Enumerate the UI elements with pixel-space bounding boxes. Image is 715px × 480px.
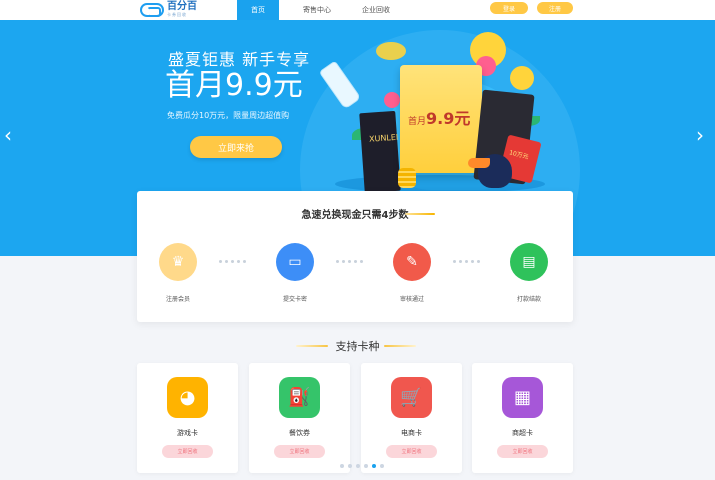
game-icon: ◕	[167, 377, 208, 418]
cart-icon: 🛒	[391, 377, 432, 418]
nav-tab-home[interactable]: 首页	[237, 0, 279, 20]
carousel-pager	[340, 464, 384, 468]
card-type-label: 商超卡	[512, 429, 533, 437]
coins-icon	[398, 168, 416, 188]
page: 百分百 卡券回收 首页 寄售中心 企业回收 登录 注册 ‹ › 盛夏钜惠 新手专…	[0, 0, 715, 480]
card-type-label: 电商卡	[401, 429, 422, 437]
store-icon: ▦	[502, 377, 543, 418]
crown-icon: ♛	[159, 243, 197, 281]
card-icon: ▭	[276, 243, 314, 281]
step-submit: ▭ 提交卡密	[265, 243, 325, 303]
card-type-dining[interactable]: ⛽ 餐饮券 立即回收	[249, 363, 350, 473]
step-label: 注册会员	[165, 296, 190, 303]
step-connector	[336, 260, 363, 263]
pager-dot[interactable]	[364, 464, 368, 468]
flower-icon	[384, 92, 400, 108]
card-type-supermarket[interactable]: ▦ 商超卡 立即回收	[472, 363, 573, 473]
gift-envelope: 首月9.9元	[400, 65, 482, 173]
steps-card: 急速兑换现金只需4步数 ♛ 注册会员 ▭ 提交卡密 ✎ 审核通过 ▤ 打款结款	[137, 191, 573, 322]
chevron-right-icon[interactable]: ›	[696, 125, 704, 145]
step-review: ✎ 审核通过	[382, 243, 442, 303]
promo-subtext: 免费瓜分10万元，限量周边超值购	[167, 111, 290, 120]
recycle-now-button[interactable]: 立即回收	[162, 445, 213, 458]
wallet-icon: ▤	[510, 243, 548, 281]
pager-dot[interactable]	[340, 464, 344, 468]
envelope-price: 9.9元	[426, 109, 471, 128]
logo[interactable]: 百分百 卡券回收	[140, 1, 197, 18]
pager-dot-active[interactable]	[372, 464, 376, 468]
steps-title: 急速兑换现金只需4步数	[301, 210, 409, 221]
card-type-ecommerce[interactable]: 🛒 电商卡 立即回收	[361, 363, 462, 473]
title-decoration	[405, 213, 435, 215]
membership-card-image: XUNLEI	[359, 110, 401, 194]
top-nav: 百分百 卡券回收 首页 寄售中心 企业回收 登录 注册	[0, 0, 715, 20]
logo-subtitle: 卡券回收	[167, 12, 187, 17]
step-label: 提交卡密	[282, 296, 307, 303]
nav-tab-enterprise[interactable]: 企业回收	[352, 0, 400, 20]
register-button[interactable]: 注册	[537, 2, 573, 14]
login-button[interactable]: 登录	[490, 2, 528, 14]
fuel-icon: ⛽	[279, 377, 320, 418]
section-decoration-right	[384, 345, 416, 347]
pager-dot[interactable]	[348, 464, 352, 468]
lemon-icon	[376, 42, 406, 60]
card-type-game[interactable]: ◕ 游戏卡 立即回收	[137, 363, 238, 473]
step-label: 打款结款	[516, 296, 541, 303]
logo-name: 百分百	[167, 1, 197, 12]
step-register: ♛ 注册会员	[148, 243, 208, 303]
supported-cards-title: 支持卡种	[335, 340, 380, 353]
promo-tagline: 盛夏钜惠 新手专享	[168, 50, 311, 69]
step-payout: ▤ 打款结款	[499, 243, 559, 303]
pager-dot[interactable]	[380, 464, 384, 468]
envelope-prefix: 首月	[408, 117, 427, 127]
grab-now-button[interactable]: 立即来抢	[190, 136, 282, 158]
recycle-now-button[interactable]: 立即回收	[386, 445, 437, 458]
step-connector	[453, 260, 480, 263]
recycle-now-button[interactable]: 立即回收	[274, 445, 325, 458]
lemon-icon	[510, 66, 534, 90]
step-connector	[219, 260, 246, 263]
card-type-label: 游戏卡	[177, 429, 198, 437]
card-type-label: 餐饮券	[289, 429, 310, 437]
step-label: 审核通过	[399, 296, 424, 303]
pen-icon: ✎	[393, 243, 431, 281]
pager-dot[interactable]	[356, 464, 360, 468]
toucan-beak-icon	[468, 158, 490, 168]
promo-headline: 首月9.9元	[165, 68, 303, 103]
nav-tab-consignment[interactable]: 寄售中心	[293, 0, 341, 20]
chevron-left-icon[interactable]: ‹	[4, 125, 12, 145]
logo-mark-icon	[140, 2, 164, 17]
recycle-now-button[interactable]: 立即回收	[497, 445, 548, 458]
